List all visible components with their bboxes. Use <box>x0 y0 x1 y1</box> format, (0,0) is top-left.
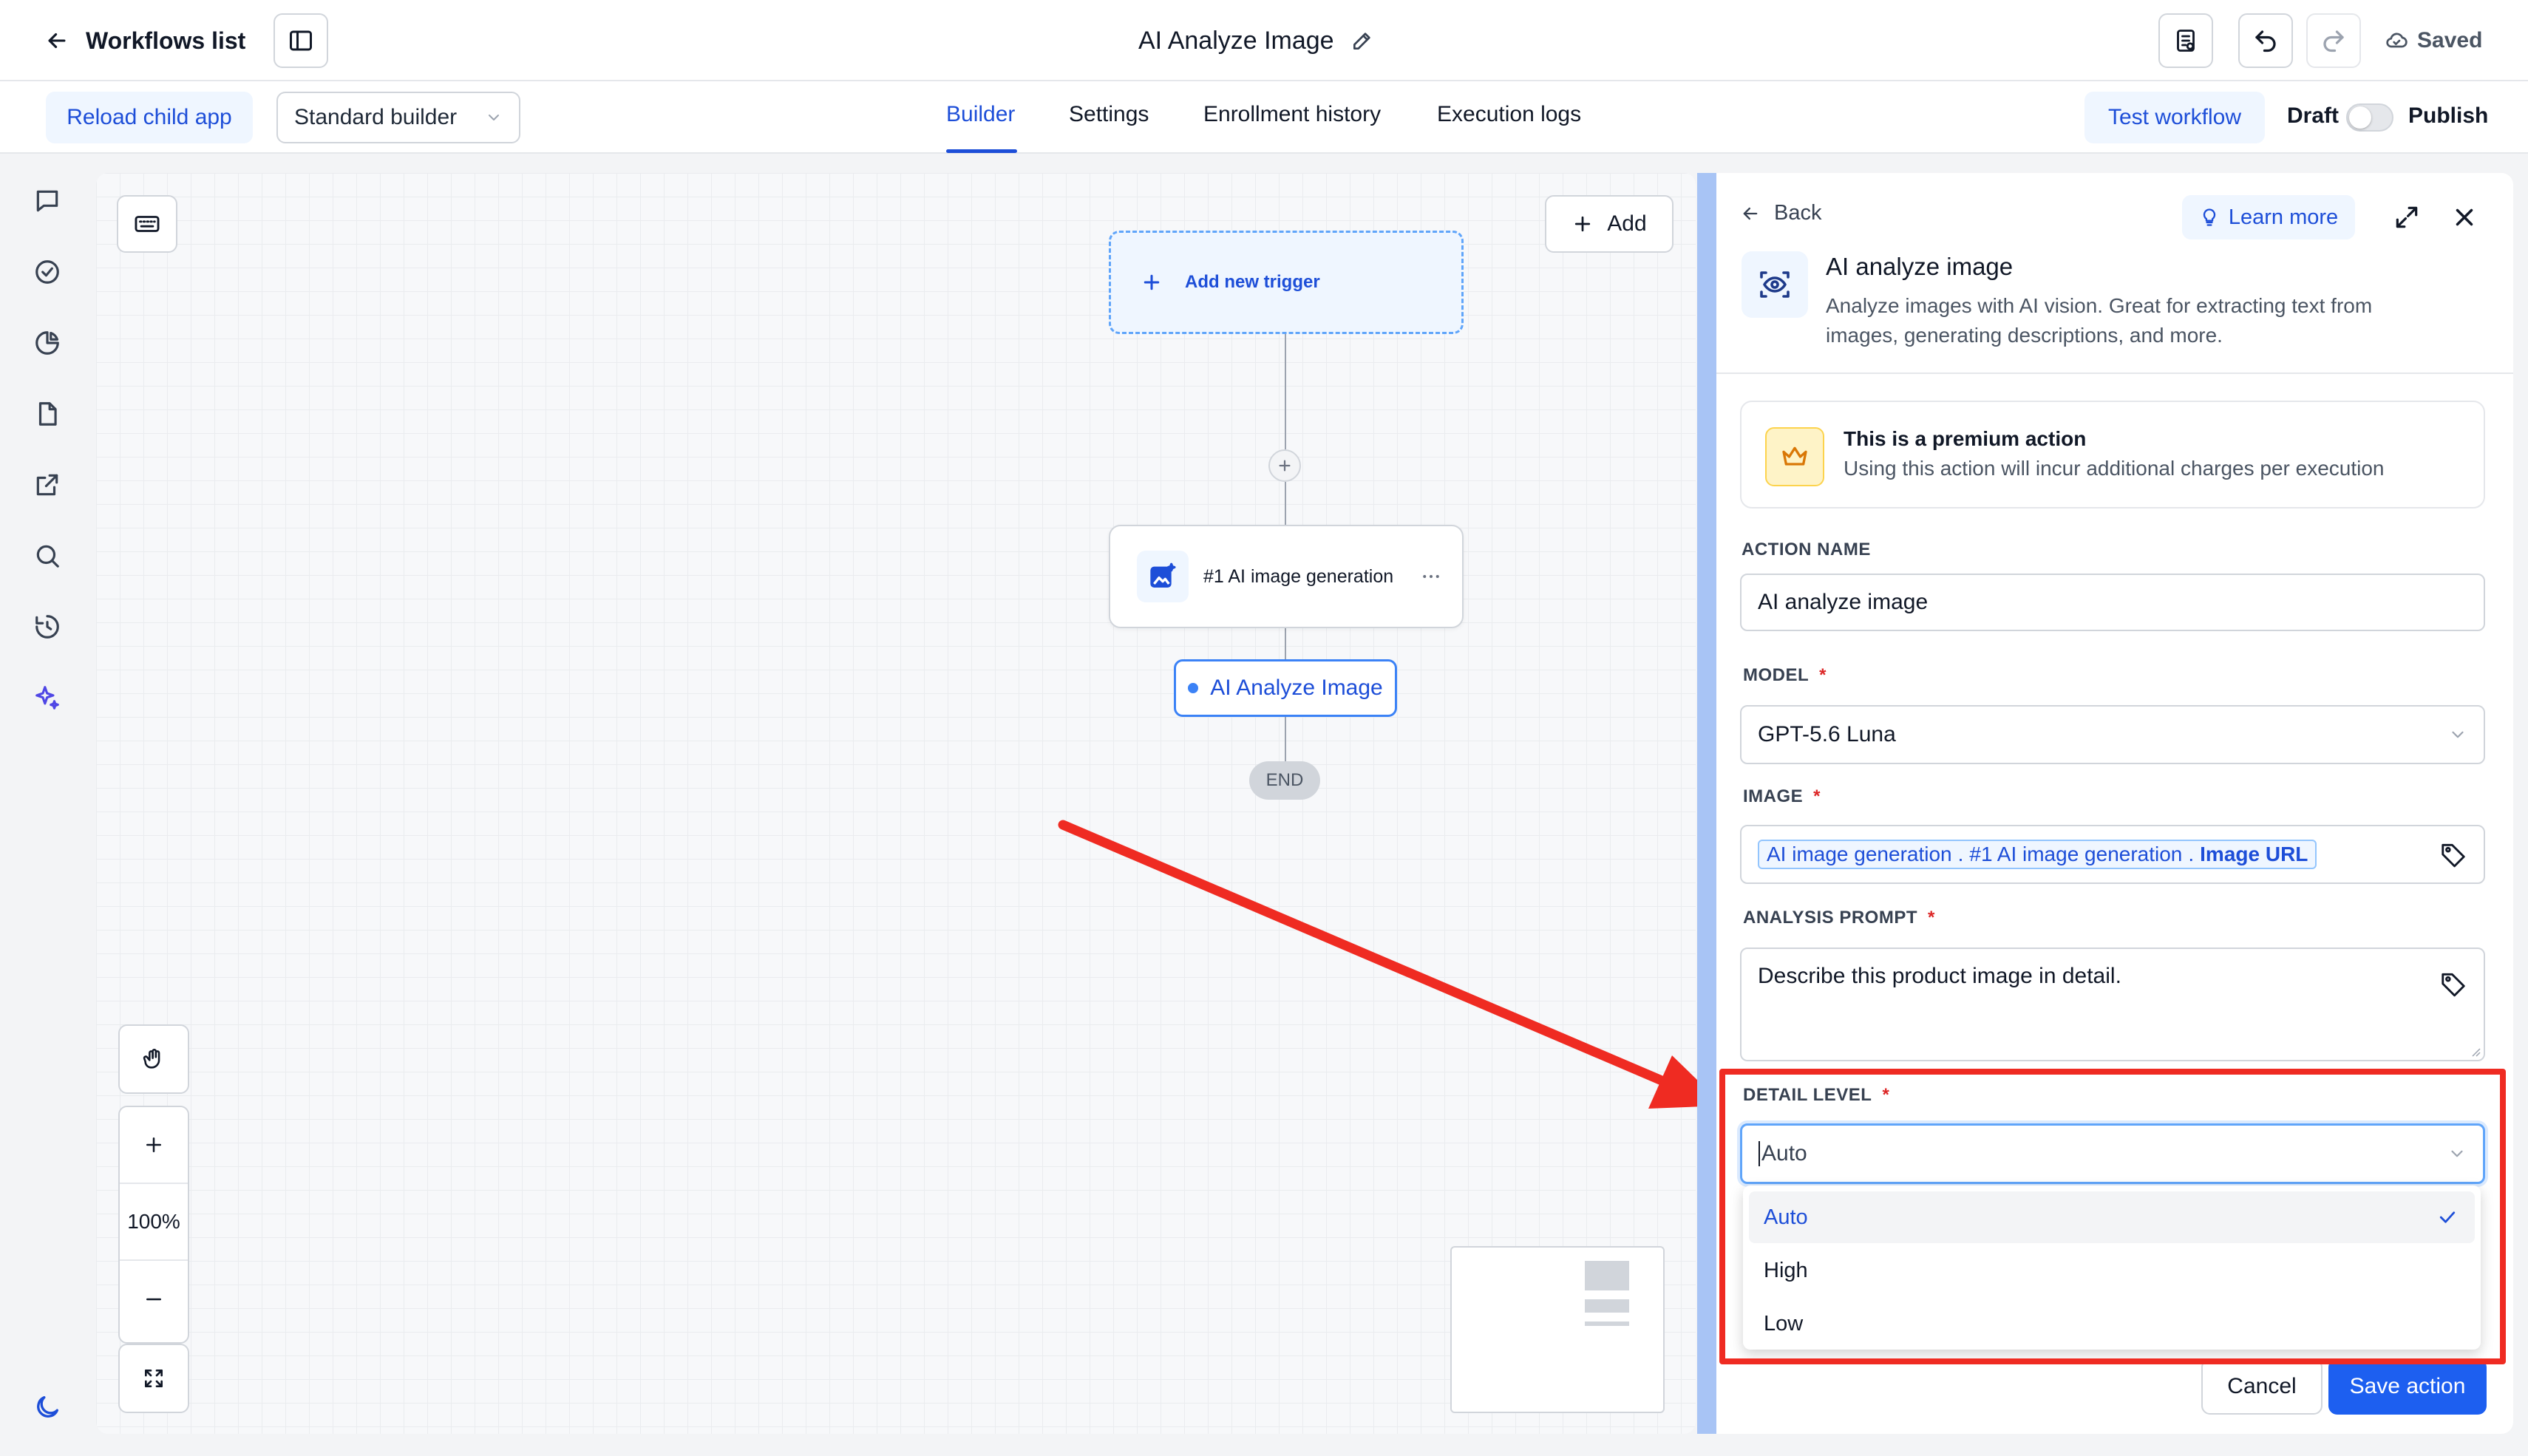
close-icon[interactable] <box>2447 200 2482 235</box>
menu-item-high[interactable]: High <box>1749 1245 2475 1296</box>
image-input[interactable]: AI image generation . #1 AI image genera… <box>1740 825 2485 884</box>
expand-icon[interactable] <box>2389 200 2425 235</box>
token-part: Image URL <box>2200 843 2308 865</box>
analysis-prompt-label-text: ANALYSIS PROMPT <box>1743 908 1917 928</box>
action-name-label: ACTION NAME <box>1742 540 1871 559</box>
menu-item-label: Auto <box>1764 1205 1808 1229</box>
menu-item-label: High <box>1764 1258 1808 1282</box>
resize-grip-icon[interactable] <box>2469 1045 2481 1057</box>
menu-item-auto[interactable]: Auto <box>1749 1191 2475 1243</box>
premium-notice-card: This is a premium action Using this acti… <box>1740 401 2485 508</box>
action-name-value: AI analyze image <box>1758 590 1929 614</box>
eye-scan-icon <box>1742 251 1808 318</box>
panel-divider <box>1716 372 2513 374</box>
analysis-prompt-value: Describe this product image in detail. <box>1758 964 2121 988</box>
check-icon <box>2436 1206 2459 1228</box>
detail-level-value: Auto <box>1759 1141 1807 1166</box>
lightbulb-icon <box>2199 207 2220 228</box>
required-indicator: * <box>1813 786 1821 806</box>
learn-more-label: Learn more <box>2228 205 2339 229</box>
model-label: MODEL * <box>1743 665 1827 686</box>
panel-description-line: images, generating descriptions, and mor… <box>1826 324 2223 347</box>
panel-description: Analyze images with AI vision. Great for… <box>1826 291 2372 350</box>
detail-level-menu: Auto High Low <box>1743 1185 2481 1350</box>
chevron-down-icon <box>2447 1144 2467 1163</box>
required-indicator: * <box>1819 665 1827 685</box>
required-indicator: * <box>1882 1085 1890 1105</box>
arrow-left-icon <box>1740 203 1761 224</box>
model-value: GPT-5.6 Luna <box>1758 722 1896 746</box>
save-action-button[interactable]: Save action <box>2328 1358 2487 1415</box>
panel-description-line: Analyze images with AI vision. Great for… <box>1826 294 2373 317</box>
token-separator: . <box>1957 843 1964 865</box>
image-label-text: IMAGE <box>1743 786 1804 806</box>
crown-icon <box>1765 427 1824 486</box>
tag-icon[interactable] <box>2439 970 2467 998</box>
token-separator: . <box>2188 843 2195 865</box>
required-indicator: * <box>1927 908 1935 928</box>
model-select[interactable]: GPT-5.6 Luna <box>1740 705 2485 764</box>
premium-text: Using this action will incur additional … <box>1844 457 2385 480</box>
cancel-button[interactable]: Cancel <box>2201 1358 2323 1415</box>
chevron-down-icon <box>2448 725 2467 744</box>
analysis-prompt-label: ANALYSIS PROMPT * <box>1743 908 1935 928</box>
detail-level-label: DETAIL LEVEL * <box>1743 1085 1889 1106</box>
model-label-text: MODEL <box>1743 665 1810 685</box>
panel-title: AI analyze image <box>1826 253 2014 280</box>
panel-resize-handle[interactable] <box>1697 173 1716 1434</box>
action-name-input[interactable]: AI analyze image <box>1740 574 2485 631</box>
menu-item-low[interactable]: Low <box>1749 1298 2475 1350</box>
premium-title: This is a premium action <box>1844 427 2087 450</box>
menu-item-label: Low <box>1764 1311 1804 1336</box>
image-variable-token[interactable]: AI image generation . #1 AI image genera… <box>1758 840 2317 869</box>
token-part: #1 AI image generation <box>1969 843 2183 865</box>
panel-back-button[interactable]: Back <box>1740 201 1821 225</box>
panel-back-label: Back <box>1774 201 1822 225</box>
learn-more-button[interactable]: Learn more <box>2182 195 2355 239</box>
token-part: AI image generation <box>1767 843 1952 865</box>
detail-level-label-text: DETAIL LEVEL <box>1743 1085 1872 1105</box>
detail-level-select[interactable]: Auto <box>1740 1123 2485 1184</box>
tag-icon[interactable] <box>2439 840 2467 868</box>
analysis-prompt-textarea[interactable]: Describe this product image in detail. <box>1740 948 2485 1061</box>
image-label: IMAGE * <box>1743 786 1821 807</box>
